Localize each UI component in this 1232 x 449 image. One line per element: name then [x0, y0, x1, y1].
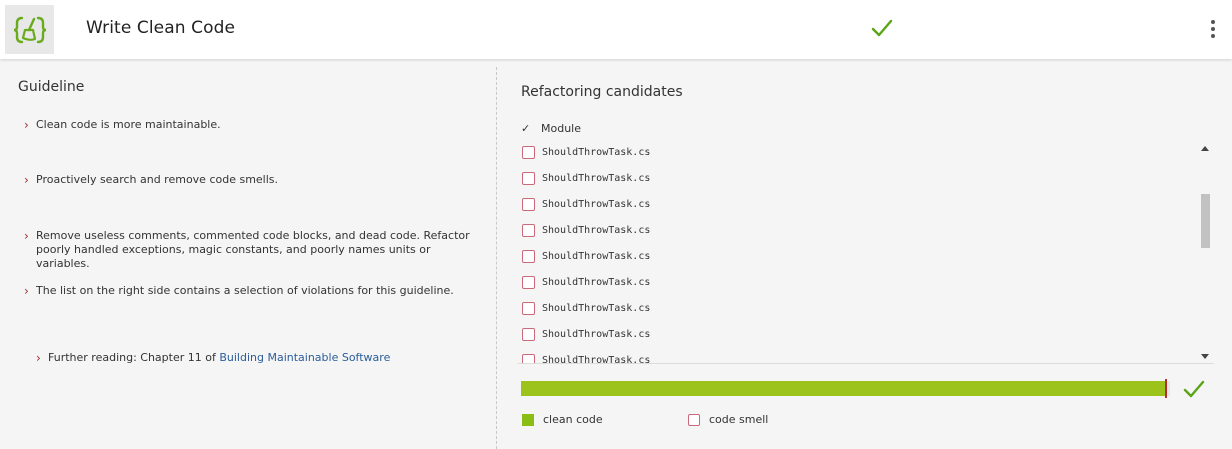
legend-swatch-smell — [688, 413, 700, 426]
candidate-checkbox[interactable] — [522, 275, 535, 289]
list-item[interactable]: ShouldThrowTask.cs — [522, 194, 650, 214]
file-name: ShouldThrowTask.cs — [542, 198, 651, 210]
legend-swatch-clean — [522, 413, 534, 426]
guideline-title: Guideline — [18, 79, 85, 95]
checkmark-icon[interactable] — [871, 17, 893, 39]
progress-marker — [1165, 379, 1167, 398]
chevron-right-icon: › — [24, 229, 29, 243]
page-title: Write Clean Code — [86, 18, 236, 38]
file-name: ShouldThrowTask.cs — [542, 172, 651, 184]
list-item[interactable]: ShouldThrowTask.cs — [522, 298, 650, 318]
checkmark-icon — [1183, 380, 1205, 398]
chevron-right-icon: › — [24, 118, 29, 132]
candidate-checkbox[interactable] — [522, 145, 535, 159]
curly-brace-broom-logo-icon — [13, 16, 46, 43]
candidate-checkbox[interactable] — [522, 223, 535, 237]
refactoring-title: Refactoring candidates — [521, 84, 683, 100]
chevron-right-icon: › — [36, 351, 41, 365]
list-item[interactable]: ShouldThrowTask.cs — [522, 220, 650, 240]
further-reading: › Further reading: Chapter 11 of Buildin… — [36, 351, 390, 365]
kebab-menu-icon[interactable] — [1203, 18, 1223, 40]
further-reading-text: Further reading: Chapter 11 of Building … — [48, 351, 390, 365]
guideline-item-text: The list on the right side contains a se… — [36, 284, 454, 297]
guideline-item: › Clean code is more maintainable. — [24, 118, 486, 132]
guideline-item-text: Clean code is more maintainable. — [36, 118, 221, 131]
scroll-down-arrow-icon[interactable] — [1201, 354, 1209, 359]
list-item[interactable]: ShouldThrowTask.cs — [522, 350, 651, 364]
guideline-item: › Proactively search and remove code sme… — [24, 173, 486, 187]
chevron-right-icon: › — [24, 173, 29, 187]
kebab-dot — [1211, 20, 1215, 24]
candidate-list[interactable]: ShouldThrowTask.cs ShouldThrowTask.cs Sh… — [518, 141, 1214, 364]
list-scrollbar[interactable] — [1198, 141, 1214, 363]
guideline-item: › The list on the right side contains a … — [24, 284, 486, 298]
legend-clean-code: clean code — [522, 413, 603, 426]
legend-label-smell: code smell — [709, 413, 769, 426]
scrollbar-thumb[interactable] — [1201, 194, 1210, 248]
candidate-checkbox[interactable] — [522, 197, 535, 211]
list-item[interactable]: ShouldThrowTask.cs — [522, 272, 650, 292]
clean-code-progress-bar — [521, 379, 1170, 398]
check-icon: ✓ — [521, 121, 531, 135]
module-label: Module — [541, 121, 581, 135]
guideline-panel: Guideline › Clean code is more maintaina… — [0, 59, 496, 449]
file-name: ShouldThrowTask.cs — [542, 250, 651, 262]
file-name: ShouldThrowTask.cs — [542, 328, 651, 340]
list-item[interactable]: ShouldThrowTask.cs — [522, 324, 650, 344]
file-name: ShouldThrowTask.cs — [542, 302, 651, 314]
candidate-checkbox[interactable] — [522, 301, 535, 315]
guideline-item-text: Remove useless comments, commented code … — [36, 229, 470, 270]
candidate-checkbox[interactable] — [522, 327, 535, 341]
file-name: ShouldThrowTask.cs — [542, 354, 651, 364]
further-reading-prefix: Further reading: Chapter 11 of — [48, 351, 220, 364]
scroll-up-arrow-icon[interactable] — [1201, 146, 1209, 151]
book-link[interactable]: Building Maintainable Software — [219, 351, 390, 364]
file-name: ShouldThrowTask.cs — [542, 276, 651, 288]
kebab-dot — [1211, 34, 1215, 38]
app-logo — [5, 5, 54, 54]
app-header: Write Clean Code — [0, 0, 1232, 59]
guideline-item: › Remove useless comments, commented cod… — [24, 229, 486, 271]
progress-fill — [521, 381, 1167, 396]
panel-divider — [496, 67, 497, 449]
list-item[interactable]: ShouldThrowTask.cs — [522, 246, 650, 266]
chevron-right-icon: › — [24, 284, 29, 298]
file-name: ShouldThrowTask.cs — [542, 146, 651, 158]
guideline-item-text: Proactively search and remove code smell… — [36, 173, 279, 186]
list-item[interactable]: ShouldThrowTask.cs — [522, 142, 650, 162]
candidate-checkbox[interactable] — [522, 249, 535, 263]
candidate-checkbox[interactable] — [522, 171, 535, 185]
kebab-dot — [1211, 27, 1215, 31]
candidate-checkbox[interactable] — [522, 353, 535, 363]
legend-label-clean: clean code — [543, 413, 603, 426]
module-column-header[interactable]: ✓ Module — [521, 118, 1213, 138]
list-item[interactable]: ShouldThrowTask.cs — [522, 168, 650, 188]
legend-code-smell: code smell — [688, 413, 768, 426]
file-name: ShouldThrowTask.cs — [542, 224, 651, 236]
